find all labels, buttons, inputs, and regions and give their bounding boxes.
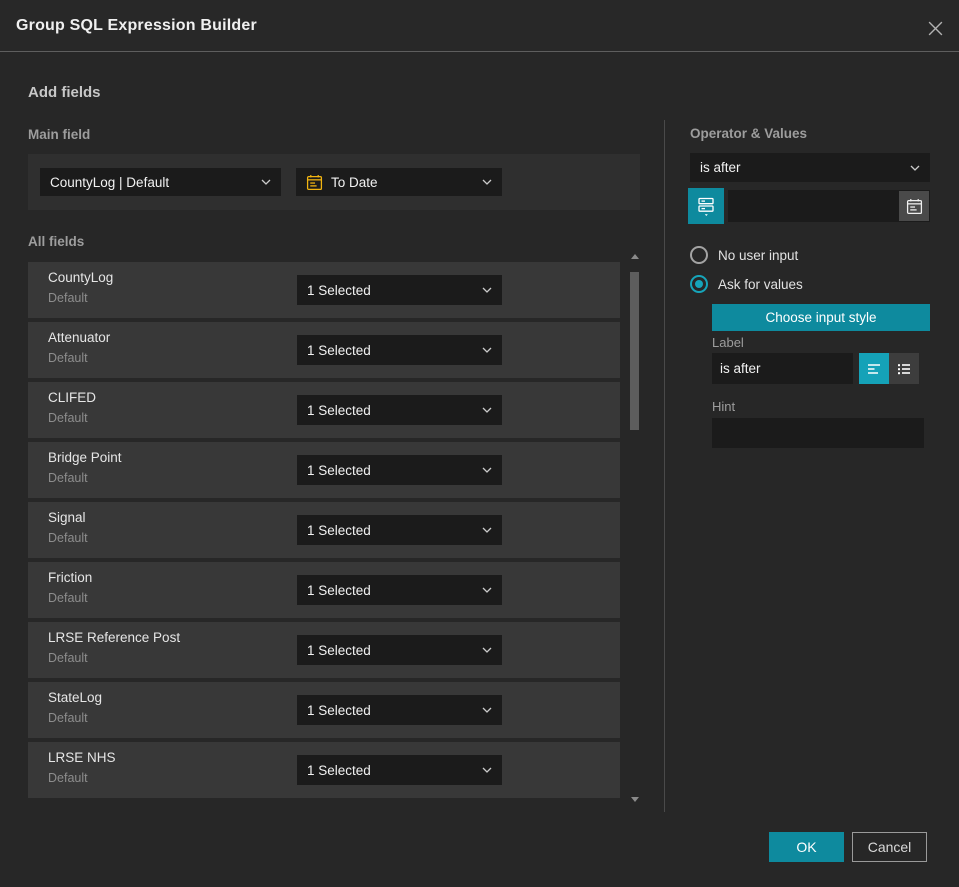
field-sublabel: Default [48,351,88,365]
field-name: LRSE NHS [48,750,116,765]
calendar-icon [306,174,323,191]
field-name: Attenuator [48,330,111,345]
add-fields-heading: Add fields [28,84,101,101]
label-row [712,353,930,384]
field-values-select-value: 1 Selected [307,762,371,778]
field-sublabel: Default [48,771,88,785]
vertical-divider [664,120,665,812]
field-values-select[interactable]: 1 Selected [297,755,502,785]
list-input-style-icon[interactable] [889,353,919,384]
field-row-countylog: CountyLog Default 1 Selected [28,262,620,318]
field-name: CountyLog [48,270,114,285]
list-scrollbar[interactable] [629,254,641,802]
radio-ask-for-values[interactable]: Ask for values [690,274,930,294]
field-row-attenuator: Attenuator Default 1 Selected [28,322,620,378]
field-row-lrse-nhs: LRSE NHS Default 1 Selected [28,742,620,798]
field-values-select[interactable]: 1 Selected [297,395,502,425]
field-values-select[interactable]: 1 Selected [297,455,502,485]
operator-select-value: is after [700,160,741,175]
field-sublabel: Default [48,411,88,425]
single-input-style-icon[interactable] [859,353,889,384]
hint-input[interactable] [712,418,924,448]
radio-ask-for-values-label: Ask for values [718,276,803,292]
chevron-down-icon [474,647,492,653]
label-input[interactable] [712,353,853,384]
operator-values-heading: Operator & Values [690,126,808,141]
radio-no-user-input[interactable]: No user input [690,245,930,265]
field-values-select-value: 1 Selected [307,342,371,358]
main-field-select[interactable]: CountyLog | Default [40,168,281,196]
field-values-select-value: 1 Selected [307,582,371,598]
value-input-row [688,188,930,224]
main-field-select-value: CountyLog | Default [50,174,170,190]
unique-values-stack-icon[interactable] [688,188,724,224]
all-fields-list: CountyLog Default 1 Selected Attenuator … [28,262,620,802]
cancel-button[interactable]: Cancel [852,832,927,862]
field-values-select[interactable]: 1 Selected [297,515,502,545]
field-values-select-value: 1 Selected [307,282,371,298]
hint-heading: Hint [712,399,736,414]
field-row-statelog: StateLog Default 1 Selected [28,682,620,738]
field-name: StateLog [48,690,103,705]
calendar-icon[interactable] [899,191,929,221]
chevron-down-icon [474,707,492,713]
field-values-select-value: 1 Selected [307,642,371,658]
field-sublabel: Default [48,471,88,485]
field-values-select-value: 1 Selected [307,522,371,538]
chevron-down-icon [474,179,492,185]
main-field-heading: Main field [28,127,91,142]
field-row-lrse-reference-post: LRSE Reference Post Default 1 Selected [28,622,620,678]
chevron-down-icon [474,287,492,293]
field-values-select[interactable]: 1 Selected [297,335,502,365]
field-values-select[interactable]: 1 Selected [297,275,502,305]
chevron-down-icon [474,767,492,773]
choose-input-style-button[interactable]: Choose input style [712,304,930,331]
value-input-wrap [728,190,930,222]
field-row-clifed: CLIFED Default 1 Selected [28,382,620,438]
chevron-down-icon [253,179,271,185]
field-sublabel: Default [48,591,88,605]
scroll-down-icon[interactable] [631,797,639,802]
field-values-select[interactable]: 1 Selected [297,695,502,725]
group-sql-expression-builder-dialog: Group SQL Expression Builder Add fields … [0,0,959,887]
field-sublabel: Default [48,291,88,305]
field-values-select[interactable]: 1 Selected [297,575,502,605]
ok-button[interactable]: OK [769,832,844,862]
chevron-down-icon [902,165,920,171]
value-input[interactable] [728,190,912,222]
radio-selected-icon [690,275,708,293]
date-field-select-value: To Date [331,174,378,190]
chevron-down-icon [474,347,492,353]
field-values-select-value: 1 Selected [307,702,371,718]
date-field-select[interactable]: To Date [296,168,502,196]
scroll-up-icon[interactable] [631,254,639,259]
chevron-down-icon [474,467,492,473]
chevron-down-icon [474,407,492,413]
field-name: Bridge Point [48,450,122,465]
operator-select[interactable]: is after [690,153,930,182]
all-fields-heading: All fields [28,234,85,249]
main-field-panel: CountyLog | Default To Date [28,154,640,210]
field-sublabel: Default [48,711,88,725]
field-row-friction: Friction Default 1 Selected [28,562,620,618]
field-sublabel: Default [48,651,88,665]
field-row-bridge-point: Bridge Point Default 1 Selected [28,442,620,498]
field-name: CLIFED [48,390,97,405]
field-row-signal: Signal Default 1 Selected [28,502,620,558]
radio-unselected-icon [690,246,708,264]
operator-values-panel: Operator & Values is after No user input… [688,0,930,887]
radio-no-user-input-label: No user input [718,247,799,263]
field-name: Signal [48,510,86,525]
field-values-select-value: 1 Selected [307,402,371,418]
field-name: Friction [48,570,93,585]
scrollbar-thumb[interactable] [630,272,639,430]
chevron-down-icon [474,587,492,593]
dialog-title: Group SQL Expression Builder [16,17,257,34]
field-name: LRSE Reference Post [48,630,181,645]
label-heading: Label [712,335,744,350]
chevron-down-icon [474,527,492,533]
field-sublabel: Default [48,531,88,545]
field-values-select-value: 1 Selected [307,462,371,478]
field-values-select[interactable]: 1 Selected [297,635,502,665]
